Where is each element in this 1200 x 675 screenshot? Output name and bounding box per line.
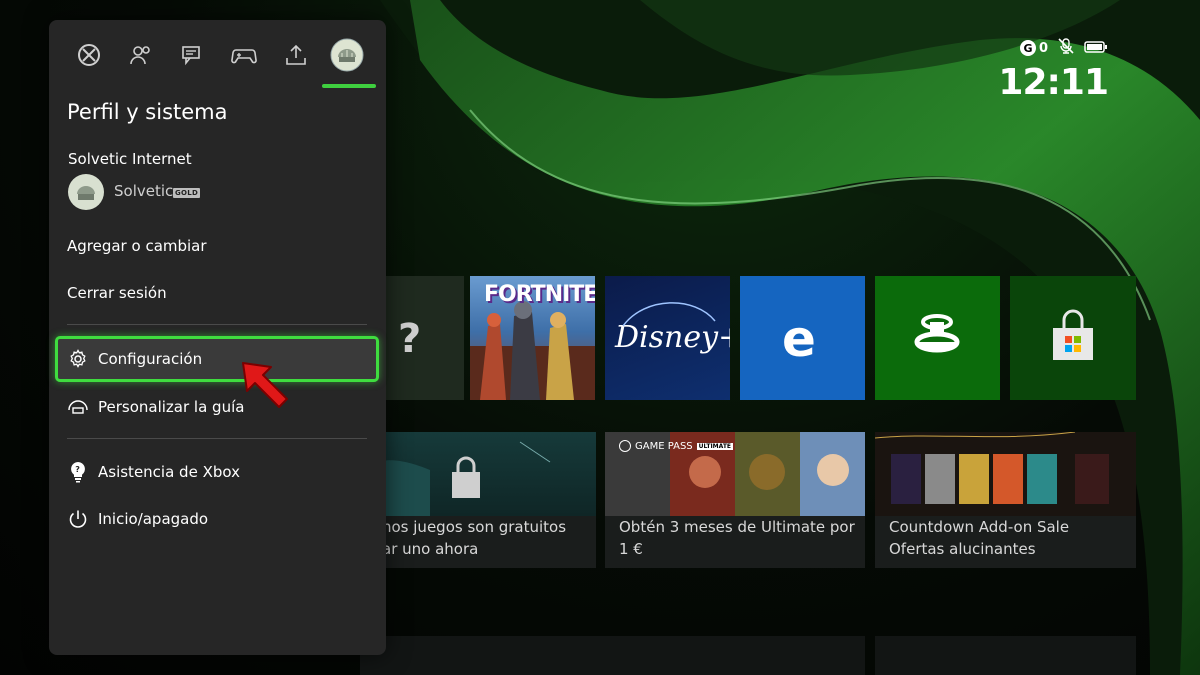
share-upload-icon xyxy=(285,44,306,65)
gold-badge: GOLD xyxy=(173,188,201,198)
card-free-games[interactable]: nos juegos son gratuitos ar uno ahora xyxy=(360,432,596,568)
controller-icon xyxy=(231,49,257,64)
edge-icon: e xyxy=(782,310,816,368)
menu-item-label: Inicio/apagado xyxy=(98,510,209,528)
card-countdown-sale[interactable]: Countdown Add-on Sale Ofertas alucinante… xyxy=(875,432,1136,568)
fortnite-logo: FORTNITE xyxy=(484,282,595,307)
card-gamepass-line2: 1 € xyxy=(619,540,643,558)
game-pass-badge: GAME PASS ULTIMATE xyxy=(619,440,734,452)
divider xyxy=(67,324,367,325)
power-button[interactable]: Inicio/apagado xyxy=(67,508,208,530)
tile-xbox-companion[interactable] xyxy=(875,276,1000,400)
svg-text:?: ? xyxy=(398,316,421,362)
profile-avatar-icon xyxy=(330,38,364,72)
tile-disney-plus[interactable]: Disney+ xyxy=(605,276,730,400)
guide-tabs xyxy=(63,38,373,108)
card-countdown-line1: Countdown Add-on Sale xyxy=(889,518,1070,536)
red-pointer-arrow-icon xyxy=(242,362,288,408)
xbox-support-button[interactable]: ? Asistencia de Xbox xyxy=(67,461,240,483)
card-gamepass-line1: Obtén 3 meses de Ultimate por xyxy=(619,518,855,536)
avatar xyxy=(68,174,104,210)
divider xyxy=(67,438,367,439)
card-image xyxy=(360,432,596,516)
page-title: Perfil y sistema xyxy=(67,100,228,124)
game-pass-tier: ULTIMATE xyxy=(696,442,734,450)
xbox-icon xyxy=(77,44,100,66)
account-name: Solvetic Internet xyxy=(68,150,192,168)
tile-fortnite[interactable]: FORTNITE xyxy=(470,276,595,400)
sign-out-button[interactable]: Cerrar sesión xyxy=(67,284,167,302)
menu-item-label: Asistencia de Xbox xyxy=(98,463,240,481)
clock: 12:11 xyxy=(998,62,1109,103)
card-image xyxy=(875,432,1136,516)
customize-guide-button[interactable]: Personalizar la guía xyxy=(67,396,244,418)
tab-chat[interactable] xyxy=(166,38,218,72)
active-tab-indicator xyxy=(322,84,376,88)
menu-item-label: Personalizar la guía xyxy=(98,398,245,416)
customize-guide-icon xyxy=(67,396,89,418)
xbox-icon xyxy=(619,440,631,452)
mic-muted-icon xyxy=(1058,38,1074,58)
add-or-change-account[interactable]: Agregar o cambiar xyxy=(67,237,207,255)
power-icon xyxy=(67,508,89,530)
battery-icon xyxy=(1084,39,1108,58)
chat-icon xyxy=(182,46,200,66)
tab-share[interactable] xyxy=(270,38,322,72)
lightbulb-question-icon: ? xyxy=(67,461,89,483)
status-bar: G 0 xyxy=(1019,38,1108,58)
guide-panel: Perfil y sistema Solvetic Internet Solve… xyxy=(49,20,386,655)
gear-icon xyxy=(67,348,89,370)
menu-item-label: Agregar o cambiar xyxy=(67,237,207,255)
card-countdown-text: Countdown Add-on Sale Ofertas alucinante… xyxy=(889,516,1069,560)
card-free-line2: ar uno ahora xyxy=(382,540,479,558)
tile-edge[interactable]: e xyxy=(740,276,865,400)
tab-controller[interactable] xyxy=(218,38,270,72)
svg-text:?: ? xyxy=(75,465,80,474)
g-icon: G xyxy=(1019,40,1036,56)
card-free-line1: nos juegos son gratuitos xyxy=(382,518,567,536)
tab-people[interactable] xyxy=(115,38,167,72)
settings-button[interactable]: Configuración xyxy=(55,336,379,382)
tab-profile[interactable] xyxy=(321,38,373,72)
tile-row-partial[interactable] xyxy=(360,636,865,675)
companion-icon xyxy=(914,314,960,353)
menu-item-label: Configuración xyxy=(98,350,203,368)
people-icon xyxy=(129,46,150,65)
store-bag-icon xyxy=(1053,309,1093,360)
gamerscore-indicator: G 0 xyxy=(1019,40,1048,56)
tab-xbox[interactable] xyxy=(63,38,115,72)
g-count: 0 xyxy=(1038,40,1048,56)
card-free-text: nos juegos son gratuitos ar uno ahora xyxy=(382,516,566,560)
gamertag: Solvetic xyxy=(114,182,174,200)
menu-item-label: Cerrar sesión xyxy=(67,284,167,302)
tile-store[interactable] xyxy=(1010,276,1136,400)
card-gamepass-text: Obtén 3 meses de Ultimate por 1 € xyxy=(619,516,855,560)
tile-row-partial[interactable] xyxy=(875,636,1136,675)
game-pass-label: GAME PASS xyxy=(635,440,693,452)
card-countdown-line2: Ofertas alucinantes xyxy=(889,540,1036,558)
card-game-pass-offer[interactable]: GAME PASS ULTIMATE Obtén 3 meses de Ulti… xyxy=(605,432,865,568)
svg-text:e: e xyxy=(782,310,816,368)
